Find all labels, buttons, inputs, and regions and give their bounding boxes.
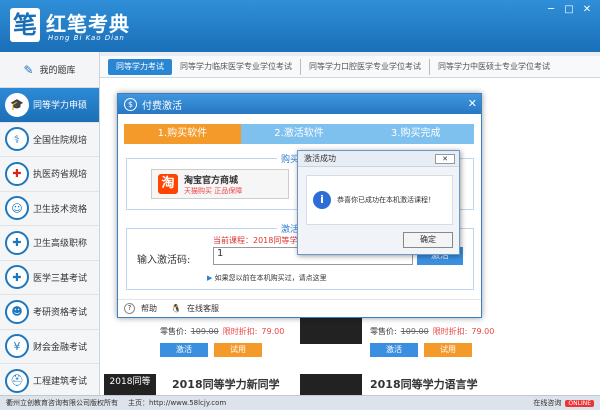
tab-dental[interactable]: 同等学力口腔医学专业学位考试: [301, 58, 430, 75]
app-subtitle: Hong Bi Kao Dian: [48, 34, 125, 42]
ok-button[interactable]: 确定: [403, 232, 453, 248]
service-link[interactable]: 在线客服: [187, 303, 219, 314]
taobao-icon: 淘: [158, 174, 178, 194]
sidebar-item-senior-title[interactable]: ✚ 卫生高级职称: [0, 226, 99, 261]
tab-tcm[interactable]: 同等学力中医硕士专业学位考试: [430, 59, 558, 75]
dialog-title-bar: $ 付费激活: [118, 94, 481, 114]
step-buy: 1.购买软件: [124, 124, 241, 144]
tab-equivalent-exam[interactable]: 同等学力考试: [108, 58, 172, 75]
sidebar-item-physician[interactable]: ✚ 执医药省规培: [0, 157, 99, 192]
activation-code-label: 输入激活码:: [137, 255, 191, 266]
dialog-title: 付费激活: [142, 100, 182, 112]
trial-button[interactable]: 试用: [424, 343, 472, 357]
dollar-icon: $: [124, 97, 137, 111]
sidebar-item-label: 全国住院规培: [33, 135, 88, 146]
success-message-box: 激活成功 ✕ i 恭喜你已成功在本机激活课程！ 确定: [297, 150, 460, 255]
sidebar-item-label: 考研资格考试: [33, 308, 88, 319]
pencil-icon: ✎: [23, 62, 34, 77]
company-label: 衢州立创教育咨询有限公司版权所有: [6, 399, 118, 407]
graduate-icon: ☻: [5, 299, 29, 324]
close-icon[interactable]: ✕: [468, 97, 477, 110]
tab-clinical[interactable]: 同等学力临床医学专业学位考试: [172, 58, 301, 75]
sidebar-item-label: 卫生高级职称: [33, 239, 88, 250]
qq-icon: 🐧: [171, 304, 181, 313]
discount-price: 79.00: [261, 327, 285, 336]
title-bar: 笔 红笔考典 Hong Bi Kao Dian ─ □ ✕: [0, 0, 600, 52]
sidebar-item-health-tech[interactable]: ☺ 卫生技术资格: [0, 192, 99, 226]
mortarboard-icon: 🎓: [5, 92, 29, 117]
home-label: 主页：http://www.58lcjy.com: [128, 399, 227, 407]
activate-button[interactable]: 激活: [160, 343, 208, 357]
course-card: 零售价: 109.00 限时折扣: 79.00 激活 试用: [160, 326, 290, 357]
original-price: 109.00: [400, 327, 429, 336]
my-bank-label: 我的题库: [39, 66, 76, 76]
sidebar-item-label: 医学三基考试: [33, 273, 88, 284]
medkit-icon: ✚: [5, 230, 29, 255]
red-cross-icon: ✚: [5, 161, 29, 186]
dialog-footer: ? 帮助 🐧 在线客服: [118, 299, 481, 317]
nurse-icon: ☺: [5, 196, 29, 221]
close-icon[interactable]: ✕: [580, 4, 594, 16]
taobao-button[interactable]: 淘 淘宝官方商城 天猫购买 正品保障: [151, 169, 289, 199]
app-title: 红笔考典: [46, 12, 130, 36]
course-title[interactable]: 2018同等学力新同学: [172, 376, 280, 392]
online-consult[interactable]: 在线咨询 ONLINE: [533, 398, 594, 408]
price-row: 零售价: 109.00 限时折扣: 79.00: [370, 327, 495, 336]
price-row: 零售价: 109.00 限时折扣: 79.00: [160, 327, 285, 336]
taobao-name: 淘宝官方商城: [184, 175, 239, 186]
book-cover: 2018同等: [104, 374, 156, 395]
info-icon: i: [313, 191, 331, 209]
my-bank-item[interactable]: ✎ 我的题库: [0, 52, 99, 88]
minimize-icon[interactable]: ─: [544, 4, 558, 16]
sidebar-item-label: 卫生技术资格: [33, 204, 88, 215]
sidebar-item-label: 工程建筑考试: [33, 377, 88, 388]
sidebar-item-medical-basics[interactable]: ✚ 医学三基考试: [0, 261, 99, 295]
window-controls: ─ □ ✕: [544, 4, 594, 16]
finance-icon: ¥: [5, 334, 29, 359]
message-text: 恭喜你已成功在本机激活课程！: [337, 196, 435, 204]
book-cover: [300, 374, 362, 395]
maximize-icon[interactable]: □: [562, 4, 576, 16]
step-complete: 3.购买完成: [357, 124, 475, 144]
online-badge: ONLINE: [565, 399, 594, 407]
first-aid-icon: ✚: [5, 265, 29, 290]
home-link[interactable]: http://www.58lcjy.com: [149, 399, 226, 407]
sidebar-item-finance[interactable]: ¥ 财会金融考试: [0, 330, 99, 364]
doctor-icon: ⚕: [5, 127, 29, 152]
exam-tabs: 同等学力考试 同等学力临床医学专业学位考试 同等学力口腔医学专业学位考试 同等学…: [100, 56, 600, 78]
status-bar: 衢州立创教育咨询有限公司版权所有 主页：http://www.58lcjy.co…: [0, 395, 600, 410]
course-title[interactable]: 2018同等学力语言学: [370, 376, 478, 392]
discount-price: 79.00: [471, 327, 495, 336]
sidebar-item-engineering[interactable]: ⛑ 工程建筑考试: [0, 364, 99, 399]
logo-icon: 笔: [10, 8, 40, 42]
sidebar: ✎ 我的题库 🎓 同等学力申硕 ⚕ 全国住院规培 ✚ 执医药省规培 ☺ 卫生技术…: [0, 52, 100, 399]
course-card: 零售价: 109.00 限时折扣: 79.00 激活 试用: [370, 326, 500, 357]
sidebar-item-label: 执医药省规培: [33, 170, 88, 181]
sidebar-item-label: 财会金融考试: [33, 342, 88, 353]
close-icon[interactable]: ✕: [435, 154, 455, 164]
message-body: i 恭喜你已成功在本机激活课程！: [306, 175, 453, 225]
step-progress: 1.购买软件 2.激活软件 3.购买完成: [124, 124, 475, 144]
sidebar-item-residency[interactable]: ⚕ 全国住院规培: [0, 123, 99, 157]
sidebar-item-label: 同等学力申硕: [33, 101, 88, 112]
original-price: 109.00: [190, 327, 219, 336]
trial-button[interactable]: 试用: [214, 343, 262, 357]
restore-purchase-link[interactable]: ▶ 如果您以前在本机购买过，请点这里: [207, 273, 327, 283]
activate-button[interactable]: 激活: [370, 343, 418, 357]
sidebar-item-postgrad[interactable]: ☻ 考研资格考试: [0, 295, 99, 330]
sidebar-item-equivalent-degree[interactable]: 🎓 同等学力申硕: [0, 88, 99, 123]
step-activate: 2.激活软件: [240, 124, 358, 144]
help-icon: ?: [124, 303, 135, 314]
taobao-sub: 天猫购买 正品保障: [184, 186, 243, 195]
helmet-icon: ⛑: [5, 368, 29, 393]
help-link[interactable]: 帮助: [141, 303, 157, 314]
